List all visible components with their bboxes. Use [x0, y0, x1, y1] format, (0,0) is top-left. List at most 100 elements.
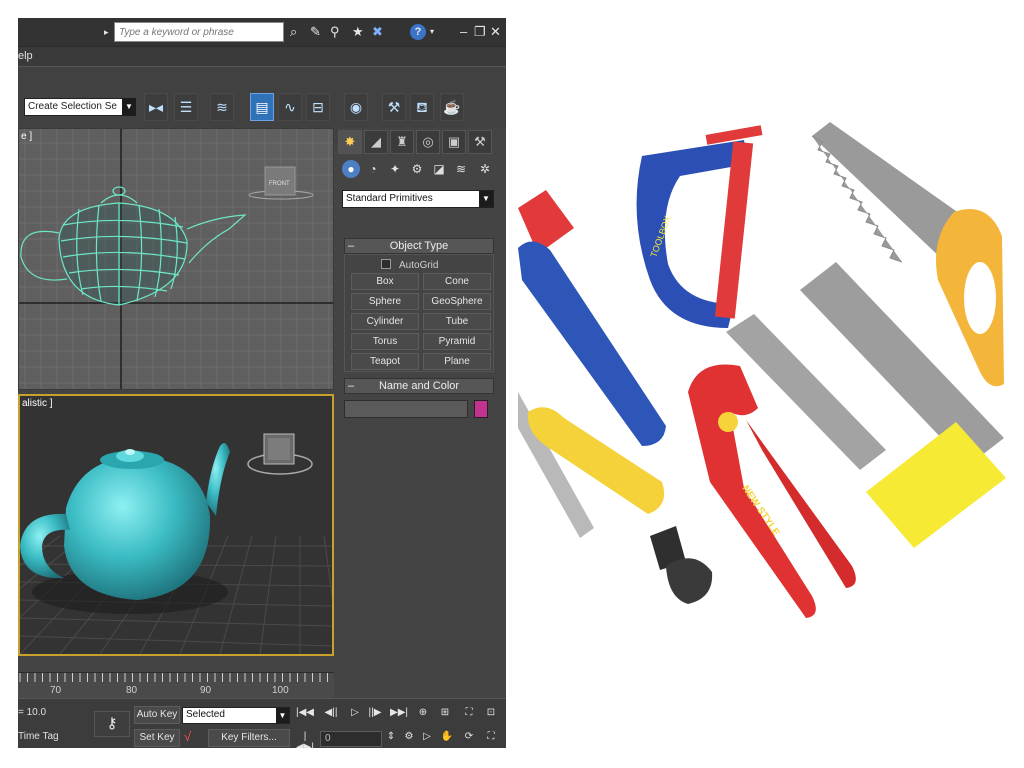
next-frame-icon[interactable]: ||▶ — [366, 707, 384, 718]
selection-set-dropdown[interactable]: Create Selection Se — [24, 98, 136, 116]
pyramid-button[interactable]: Pyramid — [423, 333, 491, 350]
box-button[interactable]: Box — [351, 273, 419, 290]
cone-button[interactable]: Cone — [423, 273, 491, 290]
help-dropdown-icon[interactable]: ▾ — [430, 23, 434, 41]
front-viewport[interactable]: FRONT e ] — [18, 128, 334, 390]
toy-bolt — [650, 526, 713, 604]
zoom-icon[interactable]: ⊕ — [414, 707, 432, 718]
systems-icon[interactable]: ✲ — [476, 160, 494, 178]
front-viewport-label[interactable]: e ] — [21, 131, 32, 142]
play-icon[interactable]: ▷ — [346, 707, 364, 718]
primitive-type-dropdown[interactable]: Standard Primitives ▼ — [342, 190, 494, 208]
scene-explorer-icon[interactable]: ▤ — [250, 93, 274, 121]
key-icon[interactable]: ⚷ — [94, 711, 130, 737]
close-icon[interactable]: ✕ — [490, 23, 501, 41]
viewcube-label: FRONT — [269, 181, 290, 187]
coordinate-readout[interactable]: = 10.0 — [18, 707, 46, 718]
time-tag[interactable]: Time Tag — [18, 731, 59, 742]
zoom-all-icon[interactable]: ⊞ — [436, 707, 454, 718]
create-categories: ● ◔ ✦ ⚙ ◪ ≋ ✲ — [342, 160, 502, 182]
field-of-view-icon[interactable]: ▷ — [418, 731, 436, 742]
lights-icon[interactable]: ✦ — [386, 160, 404, 178]
sphere-button[interactable]: Sphere — [351, 293, 419, 310]
menu-help[interactable]: elp — [18, 50, 33, 62]
render-teapot-icon[interactable]: ☕ — [440, 93, 464, 121]
zoom-extents-all-icon[interactable]: ⊡ — [482, 707, 500, 718]
help-icon[interactable]: ? — [410, 24, 426, 40]
create-tab-icon[interactable]: ✸ — [338, 130, 362, 154]
viewcube-persp[interactable] — [247, 433, 313, 475]
checkbox-icon — [381, 259, 391, 269]
plane-button[interactable]: Plane — [423, 353, 491, 370]
viewcube-front[interactable]: FRONT — [248, 166, 314, 200]
torus-button[interactable]: Torus — [351, 333, 419, 350]
previous-frame-icon[interactable]: ◀|| — [322, 707, 340, 718]
display-tab-icon[interactable]: ▣ — [442, 130, 466, 154]
auto-key-button[interactable]: Auto Key — [134, 706, 180, 724]
wrench-icon[interactable]: ✎ — [310, 23, 321, 41]
schematic-view-icon[interactable]: ⊟ — [306, 93, 330, 121]
tube-button[interactable]: Tube — [423, 313, 491, 330]
spinner-icon[interactable]: ⇕ — [382, 731, 400, 742]
motion-tab-icon[interactable]: ◎ — [416, 130, 440, 154]
helpers-icon[interactable]: ◪ — [430, 160, 448, 178]
time-config-icon[interactable]: ⚙ — [400, 731, 418, 742]
cameras-icon[interactable]: ⚙ — [408, 160, 426, 178]
tick-label: 80 — [126, 685, 138, 696]
go-to-start-icon[interactable]: |◀◀ — [296, 707, 314, 718]
autogrid-checkbox[interactable]: AutoGrid — [381, 259, 438, 271]
restore-icon[interactable]: ❐ — [474, 23, 486, 41]
teapot-button[interactable]: Teapot — [351, 353, 419, 370]
set-key-button[interactable]: Set Key — [134, 729, 180, 747]
teapot-shaded — [20, 443, 230, 614]
modify-tab-icon[interactable]: ◢ — [364, 130, 388, 154]
title-bar: ▸ ⌕ ✎ ⚲ ★ ✖ ? ▾ – ❐ ✕ — [18, 18, 506, 46]
orbit-icon[interactable]: ⟳ — [460, 731, 478, 742]
layer-manager-icon[interactable]: ≋ — [210, 93, 234, 121]
primitive-type-value: Standard Primitives — [346, 193, 433, 204]
time-ruler[interactable]: 70 80 90 100 — [18, 672, 334, 698]
tick-label: 70 — [50, 685, 62, 696]
shapes-icon[interactable]: ◔ — [364, 160, 382, 178]
command-panel: ✸ ◢ ♜ ◎ ▣ ⚒ ● ◔ ✦ ⚙ ◪ ≋ ✲ Standard Primi… — [338, 128, 506, 700]
geosphere-button[interactable]: GeoSphere — [423, 293, 491, 310]
utilities-tab-icon[interactable]: ⚒ — [468, 130, 492, 154]
satellite-icon[interactable]: ⚲ — [330, 23, 340, 41]
align-icon[interactable]: ☰ — [174, 93, 198, 121]
object-type-rollout-header[interactable]: – Object Type — [344, 238, 494, 254]
go-to-end-icon[interactable]: ▶▶| — [390, 707, 408, 718]
chevron-down-icon: ▼ — [479, 191, 493, 207]
key-selection-dropdown[interactable]: Selected ▼ — [182, 707, 290, 724]
maximize-viewport-icon[interactable]: ⛶ — [482, 731, 500, 742]
space-warps-icon[interactable]: ≋ — [452, 160, 470, 178]
chevron-down-icon[interactable]: ▼ — [122, 98, 136, 116]
perspective-viewport[interactable]: alistic ] — [18, 394, 334, 656]
tick-label: 100 — [272, 685, 289, 696]
object-name-field[interactable] — [344, 400, 468, 418]
menu-bar: elp — [18, 46, 506, 66]
key-mode-icon[interactable]: √ — [184, 729, 191, 744]
rendered-frame-icon[interactable]: ⛾ — [410, 93, 434, 121]
object-color-swatch[interactable] — [474, 400, 488, 418]
key-filters-button[interactable]: Key Filters... — [208, 729, 290, 747]
minimize-icon[interactable]: – — [460, 23, 467, 41]
geometry-icon[interactable]: ● — [342, 160, 360, 178]
cylinder-button[interactable]: Cylinder — [351, 313, 419, 330]
object-type-title: Object Type — [389, 240, 449, 252]
x-icon[interactable]: ✖ — [372, 23, 383, 41]
mirror-icon[interactable]: ▸◂ — [144, 93, 168, 121]
object-type-rollout: AutoGrid Box Cone Sphere GeoSphere Cylin… — [344, 254, 494, 372]
zoom-extents-icon[interactable]: ⛶ — [460, 707, 478, 718]
hierarchy-tab-icon[interactable]: ♜ — [390, 130, 414, 154]
search-input[interactable] — [114, 22, 284, 42]
binoculars-icon[interactable]: ⌕ — [290, 23, 297, 41]
curve-editor-icon[interactable]: ∿ — [278, 93, 302, 121]
name-color-rollout-header[interactable]: – Name and Color — [344, 378, 494, 394]
render-setup-icon[interactable]: ⚒ — [382, 93, 406, 121]
key-mode-toggle-icon[interactable]: |◀▶| — [296, 731, 314, 748]
star-icon[interactable]: ★ — [352, 23, 364, 41]
pan-view-icon[interactable]: ✋ — [438, 731, 456, 742]
persp-viewport-label[interactable]: alistic ] — [22, 398, 53, 409]
material-editor-icon[interactable]: ◉ — [344, 93, 368, 121]
current-frame-field[interactable]: 0 — [320, 731, 382, 747]
